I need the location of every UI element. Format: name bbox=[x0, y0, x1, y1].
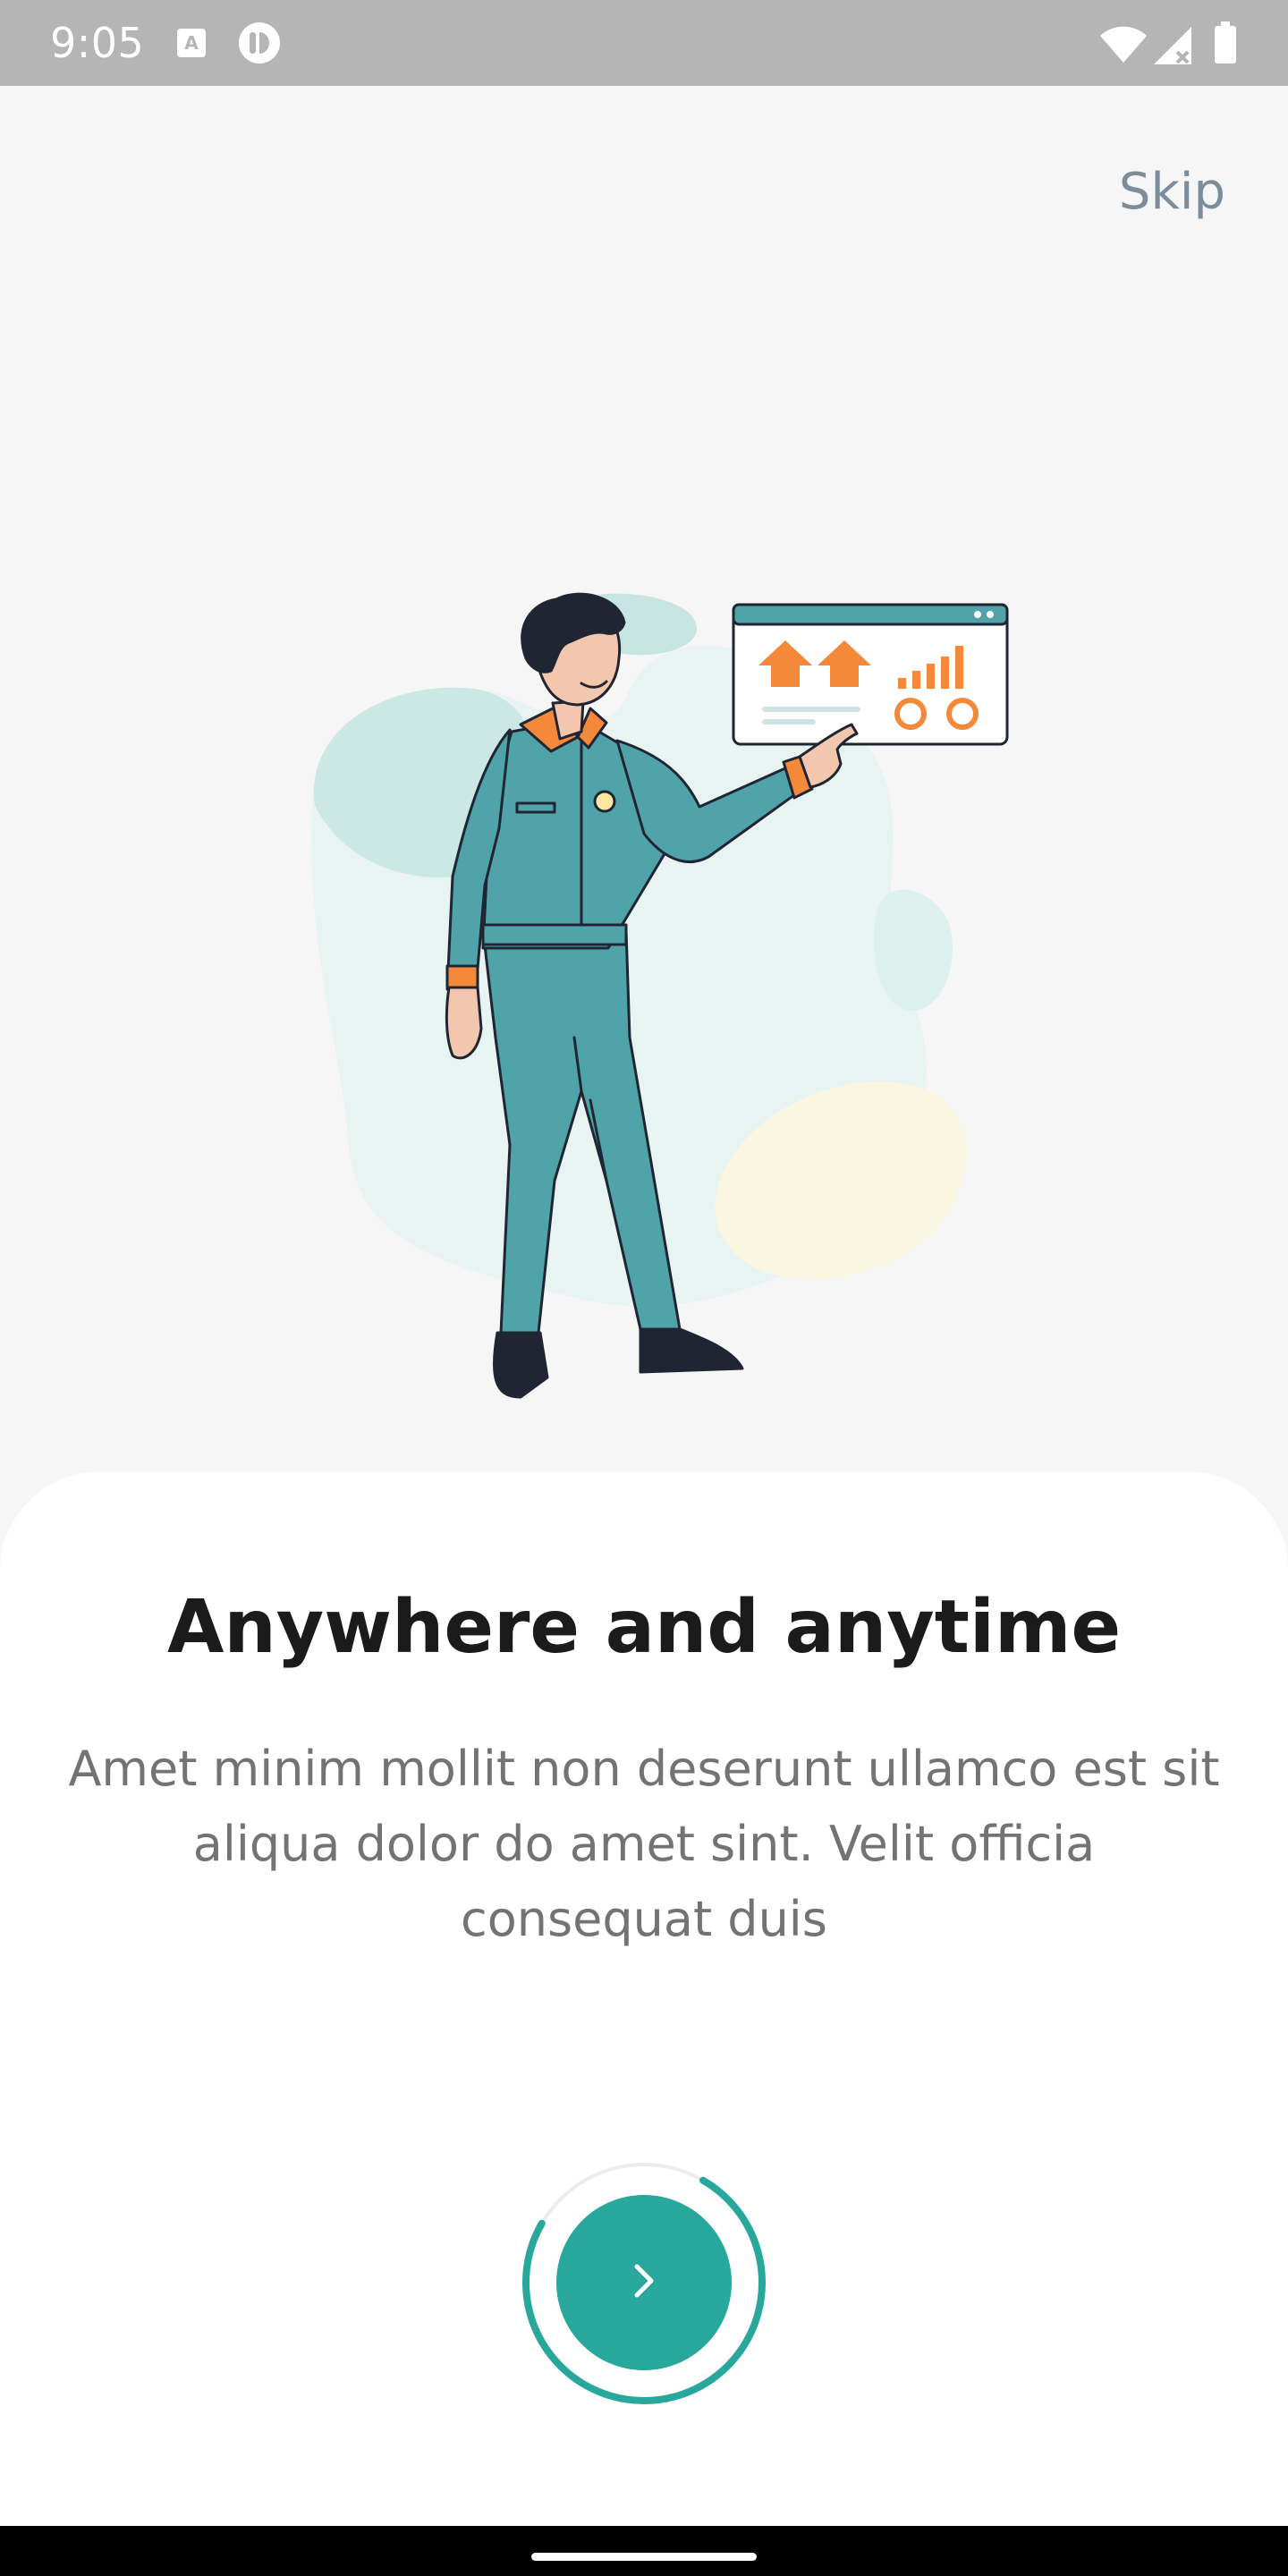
navigation-bar bbox=[0, 2526, 1288, 2576]
a-notification-icon: A bbox=[175, 27, 208, 59]
wifi-icon bbox=[1098, 25, 1148, 64]
svg-text:A: A bbox=[184, 32, 199, 54]
signal-icon bbox=[1152, 25, 1195, 66]
onboarding-screen: 9:05 A Skip Anywhere and anytime Amet mi… bbox=[0, 0, 1288, 2576]
battery-icon bbox=[1213, 21, 1238, 64]
onboarding-title: Anywhere and anytime bbox=[166, 1585, 1122, 1670]
onboarding-description: Amet minim mollit non deserunt ullamco e… bbox=[68, 1741, 1220, 1947]
chart-card-graphic bbox=[732, 603, 1009, 746]
skip-link[interactable]: Skip bbox=[1119, 161, 1225, 224]
status-bar: 9:05 A bbox=[0, 0, 1288, 86]
next-button[interactable] bbox=[556, 2195, 732, 2370]
status-time: 9:05 bbox=[50, 19, 145, 67]
onboarding-illustration bbox=[286, 572, 1020, 1413]
chevron-right-icon bbox=[619, 2256, 669, 2310]
app-notification-icon bbox=[238, 21, 281, 64]
home-indicator[interactable] bbox=[531, 2553, 757, 2561]
next-button-wrap bbox=[521, 2159, 767, 2406]
